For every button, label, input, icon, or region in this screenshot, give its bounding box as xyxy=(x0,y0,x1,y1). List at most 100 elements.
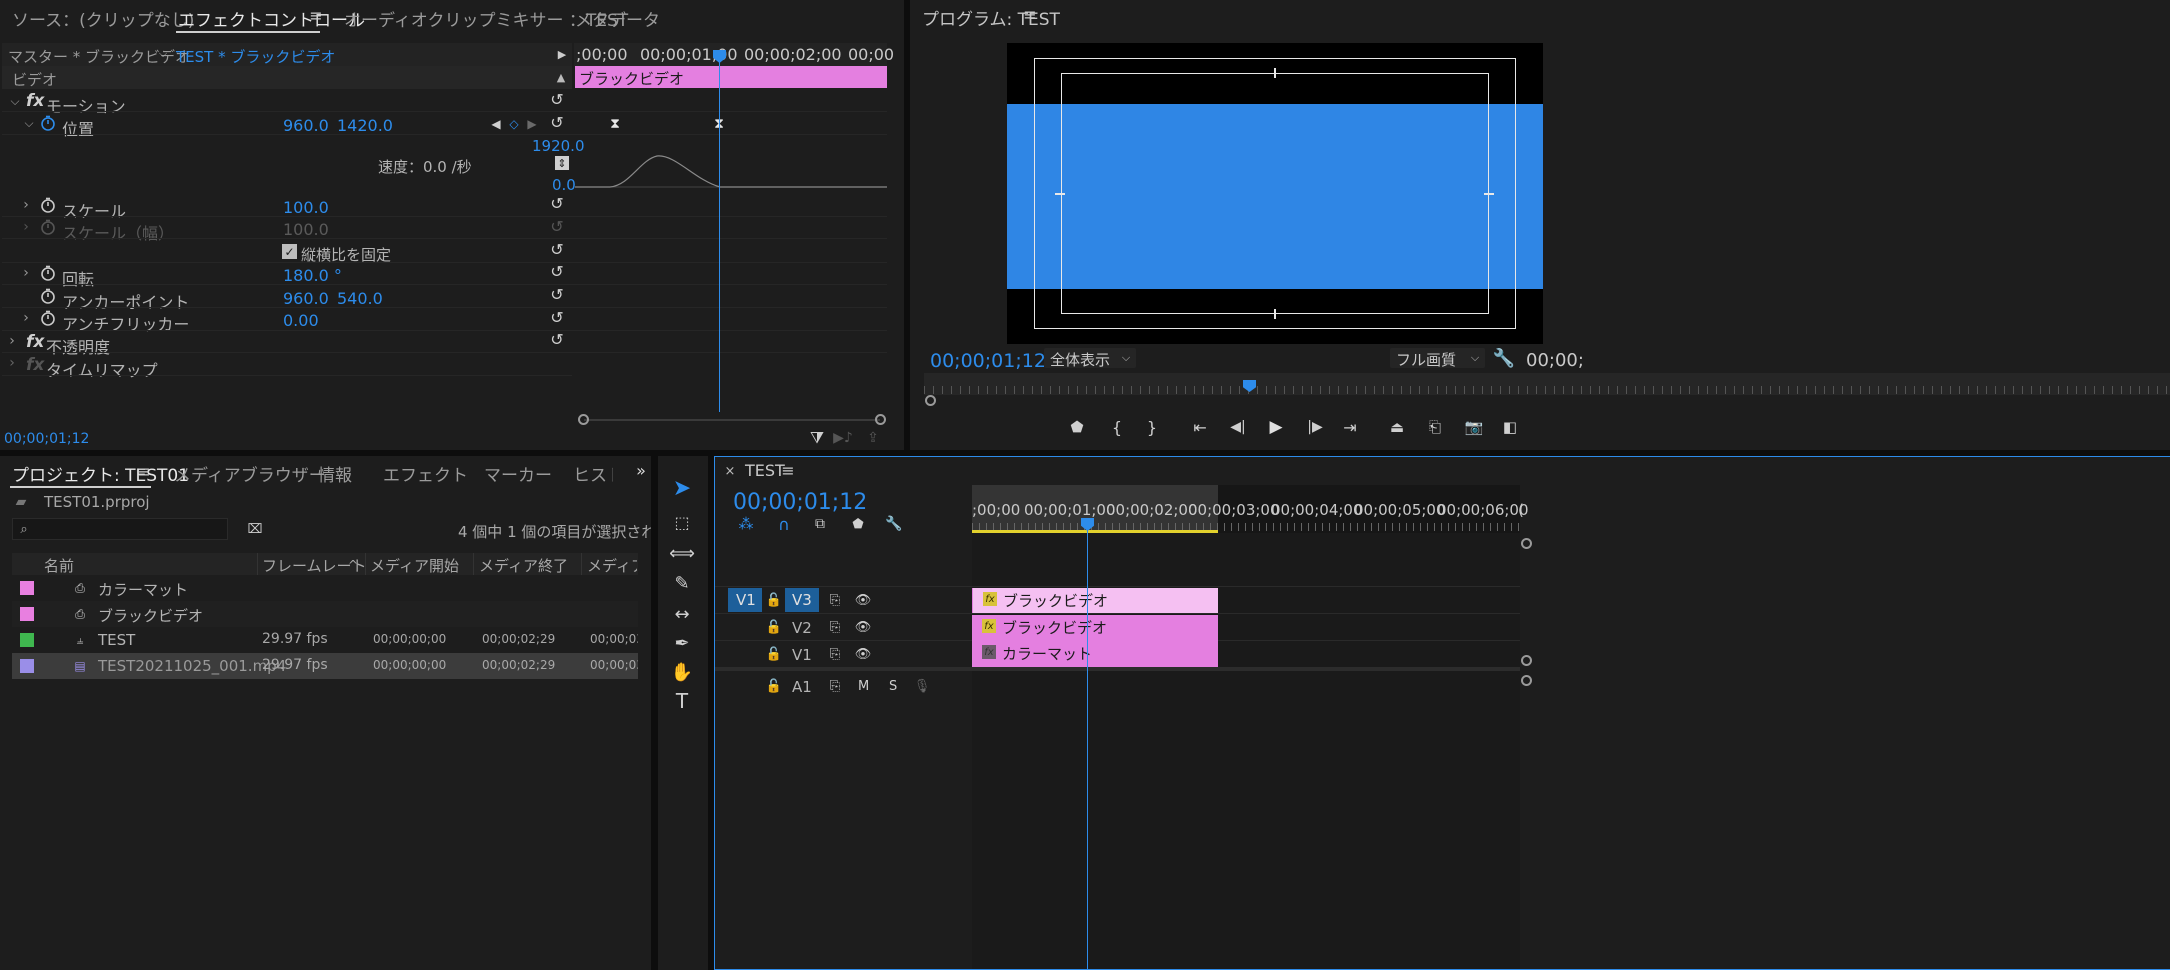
tab-metadata[interactable]: メタデータ xyxy=(575,6,660,31)
chevron-right-icon[interactable]: › xyxy=(6,333,18,349)
prev-keyframe-icon[interactable]: ◀ xyxy=(490,117,502,131)
step-forward-icon[interactable]: |▶ xyxy=(1305,418,1325,436)
scrubber-zoom-handle[interactable] xyxy=(925,395,936,406)
microphone-icon[interactable]: 🎙 xyxy=(914,678,931,694)
video-section-row[interactable]: ビデオ ▲ xyxy=(2,66,572,89)
sync-lock-icon[interactable]: ⎘ xyxy=(827,619,843,635)
scroll-handle-left[interactable] xyxy=(578,414,589,425)
add-keyframe-icon[interactable]: ◇ xyxy=(507,117,521,131)
table-row[interactable]: ⎙ カラーマット xyxy=(12,575,638,601)
sort-up-icon[interactable]: ^ xyxy=(346,558,360,572)
find-bin-icon[interactable]: ⌧ xyxy=(246,521,264,537)
clip-v1[interactable]: fx カラーマット xyxy=(972,640,1218,667)
tab-markers[interactable]: マーカー xyxy=(484,461,552,486)
program-video-frame[interactable] xyxy=(1007,43,1543,344)
mark-out-icon[interactable]: } xyxy=(1143,418,1161,437)
stopwatch-icon[interactable] xyxy=(40,265,56,281)
effect-clip-bar[interactable]: ブラックビデオ xyxy=(575,66,887,88)
col-name[interactable]: 名前 xyxy=(44,555,74,576)
flicker-value[interactable]: 0.00 xyxy=(283,311,319,330)
chevron-right-icon[interactable]: › xyxy=(20,310,32,326)
graph-scale-icon[interactable]: ⇕ xyxy=(555,156,569,170)
scroll-handle[interactable] xyxy=(1521,655,1532,666)
position-x-value[interactable]: 960.0 xyxy=(283,116,329,135)
track-target-v3[interactable]: V3 xyxy=(785,588,819,612)
lock-icon[interactable]: 🔓 xyxy=(766,619,782,635)
camera-icon[interactable]: 📷 xyxy=(1464,418,1484,436)
anchor-x-value[interactable]: 960.0 xyxy=(283,289,329,308)
selection-tool-icon[interactable]: ➤ xyxy=(670,476,694,501)
tab-effect-controls[interactable]: エフェクトコントロール xyxy=(178,6,365,31)
anchor-y-value[interactable]: 540.0 xyxy=(337,289,383,308)
mute-button[interactable]: M xyxy=(858,679,869,694)
rotation-value[interactable]: 180.0 ° xyxy=(283,266,342,285)
tab-project[interactable]: プロジェクト: TEST01 xyxy=(12,461,189,486)
razor-tool-icon[interactable]: ✎ xyxy=(670,572,694,594)
reset-icon[interactable]: ↺ xyxy=(549,90,565,109)
label-color-swatch[interactable] xyxy=(20,633,34,647)
hand-tool-icon[interactable]: ✋ xyxy=(670,661,694,683)
reset-icon[interactable]: ↺ xyxy=(549,285,565,304)
tab-history[interactable]: ヒストリ xyxy=(573,461,613,486)
pen-tool-icon[interactable]: ✒ xyxy=(670,632,694,654)
scroll-handle[interactable] xyxy=(1521,538,1532,549)
reset-icon[interactable]: ↺ xyxy=(549,330,565,349)
tab-effects[interactable]: エフェクト xyxy=(383,461,468,486)
program-title[interactable]: プログラム: TEST xyxy=(922,5,1060,30)
search-field[interactable] xyxy=(35,520,225,538)
chevron-right-icon[interactable]: › xyxy=(20,197,32,213)
lift-icon[interactable]: ⏏ xyxy=(1386,418,1408,436)
add-marker-icon[interactable]: ⬟ xyxy=(1068,418,1086,436)
panel-menu-icon[interactable]: ≡ xyxy=(1023,5,1037,24)
more-tabs-icon[interactable]: » xyxy=(634,461,648,480)
timeline-timecode[interactable]: 00;00;01;12 xyxy=(733,490,867,515)
wrench-icon[interactable]: 🔧 xyxy=(1493,348,1515,369)
reset-icon[interactable]: ↺ xyxy=(549,194,565,213)
add-marker-icon[interactable]: ⬟ xyxy=(849,515,867,533)
eye-icon[interactable]: 👁 xyxy=(855,619,872,635)
table-row[interactable]: ⫨ TEST 29.97 fps 00;00;00;00 00;00;02;29 00;0… xyxy=(12,627,638,653)
project-search-input[interactable]: ⌕ xyxy=(12,518,228,540)
timeline-playhead-line[interactable] xyxy=(1087,518,1088,969)
chevron-right-icon[interactable]: › xyxy=(20,219,32,235)
step-back-icon[interactable]: ◀| xyxy=(1228,418,1248,436)
panel-menu-icon[interactable]: ≡ xyxy=(309,6,323,25)
filter-icon[interactable]: ⧩ xyxy=(808,428,826,447)
reset-icon[interactable]: ↺ xyxy=(549,240,565,259)
chevron-down-icon[interactable]: ⌵ xyxy=(156,47,170,61)
clip-v2[interactable]: fx ブラックビデオ xyxy=(972,615,1218,640)
track-name[interactable]: V1 xyxy=(792,646,812,664)
stopwatch-icon[interactable] xyxy=(40,288,56,304)
reset-icon[interactable]: ↺ xyxy=(549,308,565,327)
linked-selection-icon[interactable]: ⧉ xyxy=(811,515,829,533)
close-icon[interactable]: × xyxy=(723,464,737,479)
sync-lock-icon[interactable]: ⎘ xyxy=(827,678,843,694)
lock-icon[interactable]: 🔓 xyxy=(766,646,782,662)
reset-icon[interactable]: ↺ xyxy=(549,262,565,281)
col-media-duration[interactable]: メディアラ xyxy=(587,555,637,576)
sync-lock-icon[interactable]: ⎘ xyxy=(827,592,843,608)
speed-graph[interactable] xyxy=(575,140,887,200)
compare-view-icon[interactable]: ◧ xyxy=(1500,418,1520,436)
snap-magnet-icon[interactable]: ∩ xyxy=(775,515,793,534)
effect-playhead-line[interactable] xyxy=(719,50,720,412)
scroll-handle[interactable] xyxy=(1521,675,1532,686)
collapse-up-icon[interactable]: ▲ xyxy=(554,70,568,84)
position-y-value[interactable]: 1420.0 xyxy=(337,116,393,135)
extract-icon[interactable]: ⎗ xyxy=(1424,418,1446,436)
wrench-icon[interactable]: 🔧 xyxy=(885,515,903,533)
sync-lock-icon[interactable]: ⎘ xyxy=(827,646,843,662)
scroll-handle-right[interactable] xyxy=(875,414,886,425)
track-name[interactable]: A1 xyxy=(792,678,812,696)
program-timecode[interactable]: 00;00;01;12 xyxy=(930,350,1046,372)
chevron-right-icon[interactable]: › xyxy=(20,265,32,281)
quality-dropdown[interactable]: フル画質 ⌵ xyxy=(1390,348,1485,369)
stopwatch-icon[interactable] xyxy=(40,197,56,213)
tab-source[interactable]: ソース：(クリップなし) xyxy=(12,6,194,31)
effect-mini-ruler[interactable]: ;00;00 00;00;01;00 00;00;02;00 00;00 xyxy=(574,43,894,66)
table-row[interactable]: ⎙ ブラックビデオ xyxy=(12,601,638,627)
timeline-title[interactable]: TEST xyxy=(745,461,785,480)
lock-icon[interactable]: 🔓 xyxy=(766,592,782,608)
table-row[interactable]: ▤ TEST20211025_001.mp4 29.97 fps 00;00;00;0… xyxy=(12,653,638,679)
next-keyframe-icon[interactable]: ▶ xyxy=(526,117,538,131)
